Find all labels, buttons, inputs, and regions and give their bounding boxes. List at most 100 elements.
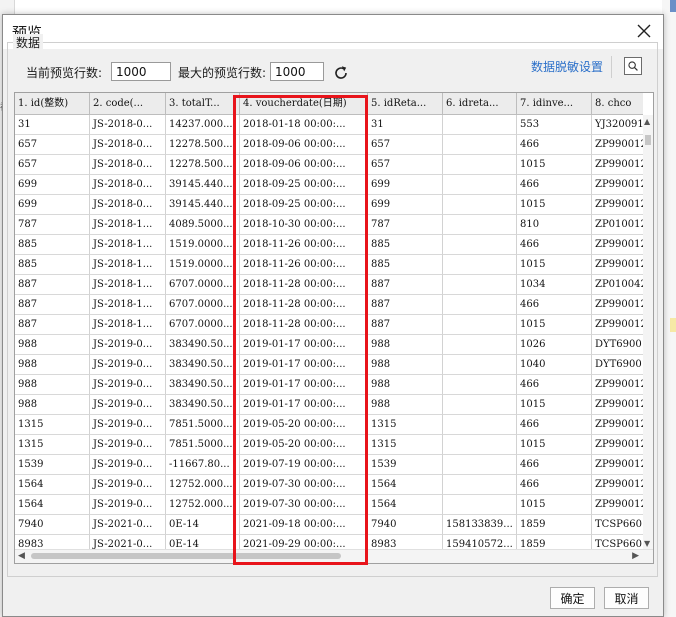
table-cell: 39145.440... [166,175,240,195]
scroll-up-icon[interactable]: ▲ [644,117,650,126]
table-row[interactable]: 1315 JS-2019-0... 7851.5000... 2019-05-20 0… [15,435,643,455]
table-row[interactable]: 988 JS-2019-0... 383490.50... 2019-01-17 00… [15,375,643,395]
table-cell: 1026 [517,335,592,355]
table-cell: 8983 [368,535,443,550]
column-header[interactable]: 5. idReta... [368,93,443,115]
preview-search-icon[interactable] [624,57,642,75]
ok-button[interactable]: 确定 [550,587,595,609]
table-row[interactable]: 988 JS-2019-0... 383490.50... 2019-01-17 00… [15,335,643,355]
refresh-icon[interactable] [332,64,350,82]
table-cell: 14237.000... [166,115,240,135]
table-cell: JS-2019-0... [90,355,166,375]
table-cell [443,135,517,155]
column-header[interactable]: 2. code(... [90,93,166,115]
column-header[interactable]: 7. idinve... [517,93,592,115]
table-cell: ZP990012 [592,395,643,415]
table-row[interactable]: 988 JS-2019-0... 383490.50... 2019-01-17 00… [15,355,643,375]
table-cell: 988 [15,335,90,355]
table-cell: 2019-05-20 00:00:... [240,415,368,435]
table-cell: 2019-07-30 00:00:... [240,475,368,495]
table-row[interactable]: 1315 JS-2019-0... 7851.5000... 2019-05-20 0… [15,415,643,435]
toolbar-separator [611,56,612,78]
table-row[interactable]: 887 JS-2018-1... 6707.0000... 2018-11-28 00… [15,315,643,335]
table-cell: 988 [368,335,443,355]
table-cell: ZP990012 [592,195,643,215]
table-cell [443,435,517,455]
cancel-button[interactable]: 取消 [604,587,649,609]
table-row[interactable]: 657 JS-2018-0... 12278.500... 2018-09-06 00… [15,135,643,155]
table-cell: JS-2019-0... [90,415,166,435]
table-cell: 12752.000... [166,475,240,495]
table-row[interactable]: 31 JS-2018-0... 14237.000... 2018-01-18 00:… [15,115,643,135]
table-cell: 2019-01-17 00:00:... [240,375,368,395]
table-cell: 1015 [517,395,592,415]
table-cell: 2019-01-17 00:00:... [240,355,368,375]
table-cell [443,455,517,475]
table-cell: 8983 [15,535,90,550]
table-row[interactable]: 988 JS-2019-0... 383490.50... 2019-01-17 00… [15,395,643,415]
table-cell: 887 [15,275,90,295]
table-cell: ZP990012 [592,255,643,275]
horizontal-scroll-thumb[interactable] [31,553,341,559]
table-cell: 12752.000... [166,495,240,515]
table-row[interactable]: 7940 JS-2021-0... 0E-14 2021-09-18 00:00:..… [15,515,643,535]
table-row[interactable]: 1564 JS-2019-0... 12752.000... 2019-07-30 0… [15,495,643,515]
table-cell: 885 [15,255,90,275]
vertical-scroll-thumb[interactable] [645,135,651,145]
table-cell: 159410572... [443,535,517,550]
table-row[interactable]: 885 JS-2018-1... 1519.0000... 2018-11-26 00… [15,235,643,255]
scroll-right-icon[interactable]: ▶ [632,551,639,561]
scroll-down-icon[interactable]: ▼ [644,539,650,548]
table-cell: 2021-09-18 00:00:... [240,515,368,535]
table-row[interactable]: 657 JS-2018-0... 12278.500... 2018-09-06 00… [15,155,643,175]
column-header[interactable]: 6. idreta... [443,93,517,115]
table-cell: ZP990012 [592,235,643,255]
table-cell: 2019-01-17 00:00:... [240,395,368,415]
table-cell: JS-2018-1... [90,235,166,255]
vertical-scrollbar[interactable]: ▲ ▼ [643,115,653,550]
table-cell: 466 [517,455,592,475]
table-cell: 787 [15,215,90,235]
grid-header: 1. id(整数) 2. code(... 3. totalT... 4. vouch… [15,93,643,115]
current-rows-input[interactable] [111,62,171,81]
table-cell: 466 [517,135,592,155]
column-header[interactable]: 8. chco [592,93,643,115]
table-row[interactable]: 887 JS-2018-1... 6707.0000... 2018-11-28 00… [15,275,643,295]
horizontal-scrollbar[interactable]: ◀ ▶ [15,549,653,563]
scroll-left-icon[interactable]: ◀ [18,551,25,561]
table-cell: 1519.0000... [166,235,240,255]
close-icon[interactable] [633,20,655,42]
table-cell: JS-2018-1... [90,215,166,235]
column-header[interactable]: 3. totalT... [166,93,240,115]
table-cell: ZP990012 [592,495,643,515]
table-cell: JS-2019-0... [90,435,166,455]
table-cell: 2021-09-29 00:00:... [240,535,368,550]
table-cell: ZP990012 [592,415,643,435]
table-cell: 39145.440... [166,195,240,215]
table-row[interactable]: 885 JS-2018-1... 1519.0000... 2018-11-26 00… [15,255,643,275]
table-cell: 2019-05-20 00:00:... [240,435,368,455]
table-row[interactable]: 1539 JS-2019-0... -11667.80... 2019-07-19 0… [15,455,643,475]
table-cell: 1015 [517,255,592,275]
column-header[interactable]: 1. id(整数) [15,93,90,115]
table-row[interactable]: 699 JS-2018-0... 39145.440... 2018-09-25 00… [15,195,643,215]
desensitize-settings-link[interactable]: 数据脱敏设置 [531,58,603,75]
table-cell: 466 [517,175,592,195]
table-cell: 6707.0000... [166,275,240,295]
table-cell: -11667.80... [166,455,240,475]
table-row[interactable]: 787 JS-2018-1... 4089.5000... 2018-10-30 00… [15,215,643,235]
table-cell: JS-2018-0... [90,135,166,155]
table-cell: TCSP6601 [592,515,643,535]
table-row[interactable]: 699 JS-2018-0... 39145.440... 2018-09-25 00… [15,175,643,195]
table-cell: 657 [15,155,90,175]
table-row[interactable]: 8983 JS-2021-0... 0E-14 2021-09-29 00:00:..… [15,535,643,550]
max-rows-input[interactable] [270,62,324,81]
table-cell: 1564 [15,475,90,495]
table-cell: 2018-09-06 00:00:... [240,155,368,175]
column-header[interactable]: 4. voucherdate(日期) [240,93,368,115]
table-row[interactable]: 887 JS-2018-1... 6707.0000... 2018-11-28 00… [15,295,643,315]
table-row[interactable]: 1564 JS-2019-0... 12752.000... 2019-07-30 0… [15,475,643,495]
table-cell: ZP990012 [592,175,643,195]
grid-body: 31 JS-2018-0... 14237.000... 2018-01-18 00:… [15,115,643,550]
table-cell: 1539 [368,455,443,475]
